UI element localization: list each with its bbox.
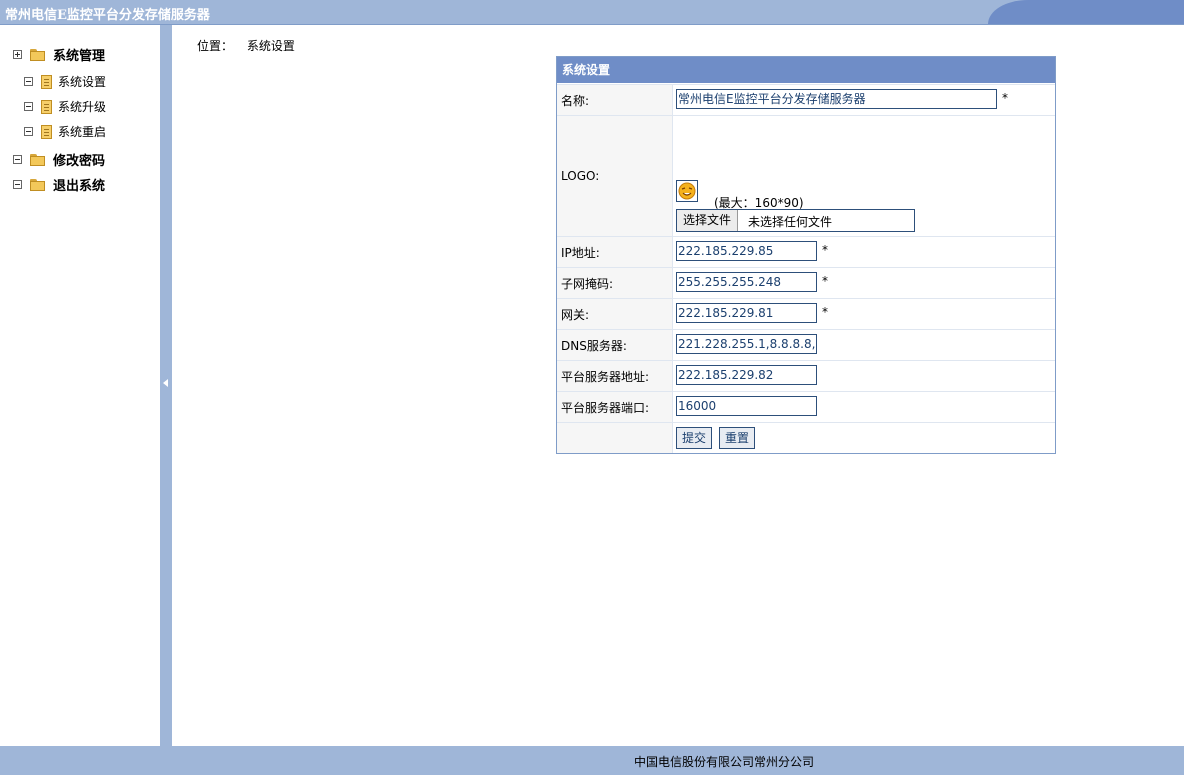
header-tab-decoration [988,0,1184,24]
breadcrumb-current: 系统设置 [246,39,295,53]
header-bar: 常州电信E监控平台分发存储服务器 [0,0,1184,25]
sidebar-item-label: 修改密码 [53,154,106,169]
document-icon [41,124,52,139]
platform-server-address-input[interactable]: 222.185.229.82 [676,365,817,385]
field-label: 网关: [557,299,673,329]
required-marker: * [1002,91,1008,105]
folder-icon [30,48,45,61]
collapse-minus-icon [13,180,22,189]
ip-address-input[interactable]: 222.185.229.85 [676,241,817,261]
form-row-gateway: 网关: 222.185.229.81 * [557,298,1055,329]
field-label: DNS服务器: [557,330,673,360]
expand-plus-icon[interactable] [13,50,22,59]
field-label: 子网掩码: [557,268,673,298]
sidebar: 系统管理 系统设置 系统升级 系统重启 修改密码 退出系统 [0,25,160,746]
field-label: 名称: [557,85,673,115]
footer-bar: 中国电信股份有限公司常州分公司 [0,746,1184,775]
sidebar-item-system-upgrade[interactable]: 系统升级 [24,98,106,115]
sidebar-splitter[interactable] [160,25,172,746]
collapse-minus-icon [24,102,33,111]
breadcrumb-label: 位置： [197,39,234,53]
reset-button[interactable]: 重置 [719,427,756,449]
form-row-platform-server-address: 平台服务器地址: 222.185.229.82 [557,360,1055,391]
document-icon [41,99,52,114]
footer-copyright: 中国电信股份有限公司常州分公司 [634,755,815,769]
sidebar-item-label: 系统设置 [58,75,107,89]
logo-preview-icon [676,180,698,202]
form-row-name: 名称: 常州电信E监控平台分发存储服务器 * [557,84,1055,115]
empty-label-cell [557,423,673,453]
settings-panel: 系统设置 名称: 常州电信E监控平台分发存储服务器 * LOGO: (最大：16… [556,56,1056,454]
sidebar-item-label: 系统管理 [53,49,106,64]
form-row-dns: DNS服务器: 221.228.255.1,8.8.8.8, [557,329,1055,360]
field-label: IP地址: [557,237,673,267]
field-label: 平台服务器端口: [557,392,673,422]
subnet-mask-input[interactable]: 255.255.255.248 [676,272,817,292]
folder-icon [30,153,45,166]
folder-icon [30,178,45,191]
form-row-logo: LOGO: (最大：160*90) 选择文件 未选择任何文件 [557,115,1055,236]
sidebar-item-system-restart[interactable]: 系统重启 [24,123,106,140]
collapse-arrow-icon[interactable] [163,379,168,387]
submit-button[interactable]: 提交 [676,427,713,449]
collapse-minus-icon [24,127,33,136]
document-icon [41,74,52,89]
file-status-text: 未选择任何文件 [748,215,833,229]
sidebar-item-change-password[interactable]: 修改密码 [13,150,105,169]
field-label: 平台服务器地址: [557,361,673,391]
form-row-platform-server-port: 平台服务器端口: 16000 [557,391,1055,422]
collapse-minus-icon [13,155,22,164]
form-row-subnet-mask: 子网掩码: 255.255.255.248 * [557,267,1055,298]
name-input[interactable]: 常州电信E监控平台分发存储服务器 [676,89,997,109]
sidebar-item-label: 系统升级 [58,100,107,114]
sidebar-item-system-management[interactable]: 系统管理 [13,45,105,64]
field-label: LOGO: [557,116,673,236]
panel-title: 系统设置 [557,57,1055,84]
sidebar-item-label: 退出系统 [53,179,106,194]
platform-server-port-input[interactable]: 16000 [676,396,817,416]
dns-server-input[interactable]: 221.228.255.1,8.8.8.8, [676,334,817,354]
gateway-input[interactable]: 222.185.229.81 [676,303,817,323]
form-row-actions: 提交 重置 [557,422,1055,453]
required-marker: * [822,274,828,288]
app-title: 常州电信E监控平台分发存储服务器 [5,8,210,23]
required-marker: * [822,243,828,257]
choose-file-button[interactable]: 选择文件 [677,210,739,231]
required-marker: * [822,305,828,319]
sidebar-item-label: 系统重启 [58,125,107,139]
file-chooser: 选择文件 未选择任何文件 [676,209,915,232]
form-row-ip: IP地址: 222.185.229.85 * [557,236,1055,267]
sidebar-item-logout[interactable]: 退出系统 [13,175,105,194]
collapse-minus-icon [24,77,33,86]
sidebar-item-system-settings[interactable]: 系统设置 [24,73,106,90]
breadcrumb: 位置： 系统设置 [197,37,295,54]
